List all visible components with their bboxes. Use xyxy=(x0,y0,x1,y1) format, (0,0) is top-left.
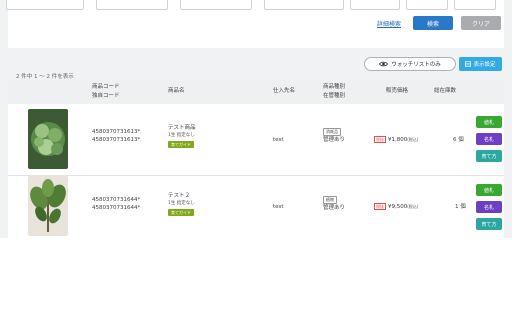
eye-icon xyxy=(379,61,389,67)
tax-tag: 税抜 xyxy=(374,136,386,143)
search-field-7[interactable] xyxy=(454,0,496,10)
tag-button[interactable]: 値札 xyxy=(476,184,502,196)
table-row: 4580370731644* 4580370731644* テスト２ 1生 指定… xyxy=(8,176,504,238)
table-header: 商品コード 独自コード 商品名 仕入先名 商品種別 在管種別 販売価格 総在庫数 xyxy=(8,80,504,104)
stock-mgmt: 管理あり xyxy=(323,205,346,211)
search-field-3[interactable] xyxy=(180,0,252,10)
stock-mgmt: 管理あり xyxy=(323,137,346,143)
product-name-cell: テスト２ 1生 指定なし 育てガイド xyxy=(168,192,195,217)
search-field-2[interactable] xyxy=(96,0,168,10)
type-cell: 消耗品 管理あり xyxy=(323,128,345,144)
product-name-cell: テスト商品 1生 指定なし 育てガイド xyxy=(168,124,196,149)
own-code: 4580370731644* xyxy=(92,205,141,211)
supplier-name: test xyxy=(273,137,284,143)
header-own-code-label: 独自コード xyxy=(92,93,120,99)
price: ¥1,800 xyxy=(388,137,408,143)
result-count: 2 件中 1 ～ 2 件を表示 xyxy=(16,74,74,80)
own-code: 4580370731613* xyxy=(92,137,141,143)
header-price: 販売価格 xyxy=(386,88,409,94)
name-tag-button[interactable]: 名札 xyxy=(476,201,502,213)
header-supplier: 仕入先名 xyxy=(273,88,296,94)
display-settings-label: 表示設定 xyxy=(473,62,496,68)
price-cell: 税抜 ¥9,500(税込) xyxy=(374,203,418,211)
search-button[interactable]: 検索 xyxy=(413,16,453,30)
product-code: 4580370731644* xyxy=(92,197,141,203)
product-code: 4580370731613* xyxy=(92,129,141,135)
header-stock: 総在庫数 xyxy=(434,88,457,94)
grid-icon xyxy=(465,61,472,67)
price: ¥9,500 xyxy=(388,204,408,210)
product-codes: 4580370731613* 4580370731613* xyxy=(92,128,140,144)
guide-tag: 育てガイド xyxy=(168,141,194,148)
price-cell: 税抜 ¥1,800(税込) xyxy=(374,136,418,144)
product-codes: 4580370731644* 4580370731644* xyxy=(92,196,140,212)
tag-button[interactable]: 値札 xyxy=(476,116,502,128)
search-panel: 詳細検索 検索 クリア xyxy=(6,0,504,48)
tax-tag: 税抜 xyxy=(374,203,386,210)
product-spec: 1生 指定なし xyxy=(168,133,195,138)
price-note: (税込) xyxy=(407,204,419,209)
search-field-5[interactable] xyxy=(350,0,400,10)
product-name[interactable]: テスト２ xyxy=(168,192,195,200)
product-spec: 1生 指定なし xyxy=(168,201,195,206)
care-button[interactable]: 育て方 xyxy=(476,150,502,162)
watchlist-button[interactable]: ウォッチリストのみ xyxy=(364,57,456,71)
product-table: 商品コード 独自コード 商品名 仕入先名 商品種別 在管種別 販売価格 総在庫数… xyxy=(8,80,504,238)
header-stock-mgmt-label: 在管種別 xyxy=(323,93,346,99)
product-type-tag: 消耗品 xyxy=(323,128,341,136)
stock-count: 1 個 xyxy=(455,204,466,210)
search-field-6[interactable] xyxy=(406,0,448,10)
header-type: 商品種別 在管種別 xyxy=(323,83,345,101)
display-settings-button[interactable]: 表示設定 xyxy=(459,57,502,71)
name-tag-button[interactable]: 名札 xyxy=(476,133,502,145)
care-button[interactable]: 育て方 xyxy=(476,218,502,230)
watchlist-label: ウォッチリストのみ xyxy=(391,62,441,68)
header-product-name: 商品名 xyxy=(168,88,185,94)
product-type-tag: 植物 xyxy=(323,196,337,204)
supplier-name: test xyxy=(273,204,284,210)
header-code-label: 商品コード xyxy=(92,84,120,90)
stock-count: 6 個 xyxy=(453,137,464,143)
table-row: 4580370731613* 4580370731613* テスト商品 1生 指… xyxy=(8,104,504,176)
price-note: (税込) xyxy=(407,137,419,142)
search-field-4[interactable] xyxy=(264,0,344,10)
detail-search-link[interactable]: 詳細検索 xyxy=(377,19,401,28)
header-product-type-label: 商品種別 xyxy=(323,84,346,90)
header-product-code: 商品コード 独自コード xyxy=(92,83,120,101)
product-name[interactable]: テスト商品 xyxy=(168,124,196,132)
type-cell: 植物 管理あり xyxy=(323,196,345,212)
product-thumbnail[interactable] xyxy=(28,109,68,169)
guide-tag: 育てガイド xyxy=(168,209,194,216)
product-thumbnail[interactable] xyxy=(28,176,68,236)
clear-button[interactable]: クリア xyxy=(461,16,501,30)
search-field-1[interactable] xyxy=(6,0,84,10)
